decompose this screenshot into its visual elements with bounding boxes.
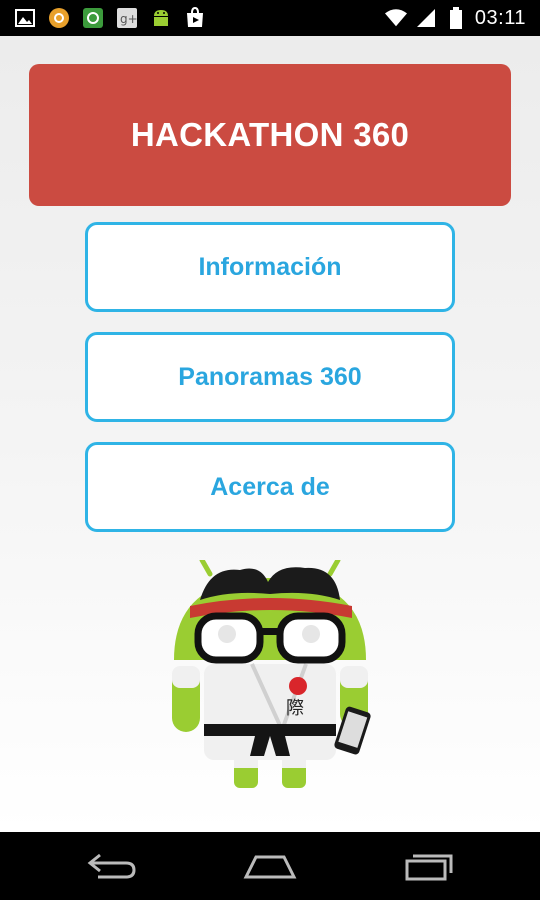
android-debug-icon (150, 7, 172, 29)
chrome-icon (48, 7, 70, 29)
android-karate-mascot-icon: 際 (160, 557, 380, 792)
panoramas-360-button[interactable]: Panoramas 360 (85, 332, 455, 422)
image-icon (14, 7, 36, 29)
home-icon[interactable] (240, 846, 300, 886)
signal-icon (415, 7, 437, 29)
wifi-icon (384, 7, 407, 29)
status-bar: g+ 03:11 (0, 0, 540, 36)
notification-icons: g+ (0, 7, 206, 29)
back-icon[interactable] (82, 846, 142, 886)
svg-text:g+: g+ (120, 12, 138, 26)
main-content: HACKATHON 360 Información Panoramas 360 … (0, 36, 540, 832)
gi-badge-char: 際 (286, 698, 304, 719)
navigation-bar (0, 832, 540, 900)
acerca-de-button[interactable]: Acerca de (85, 442, 455, 532)
header-banner: HACKATHON 360 (29, 64, 511, 206)
battery-icon (445, 7, 467, 29)
app-title: HACKATHON 360 (130, 116, 410, 153)
play-store-icon (184, 7, 206, 29)
store-icon (82, 7, 104, 29)
recents-icon[interactable] (398, 846, 458, 886)
status-clock: 03:11 (474, 6, 526, 29)
system-status: 03:11 (384, 0, 526, 36)
google-plus-icon: g+ (116, 7, 138, 29)
informacion-button[interactable]: Información (85, 222, 455, 312)
